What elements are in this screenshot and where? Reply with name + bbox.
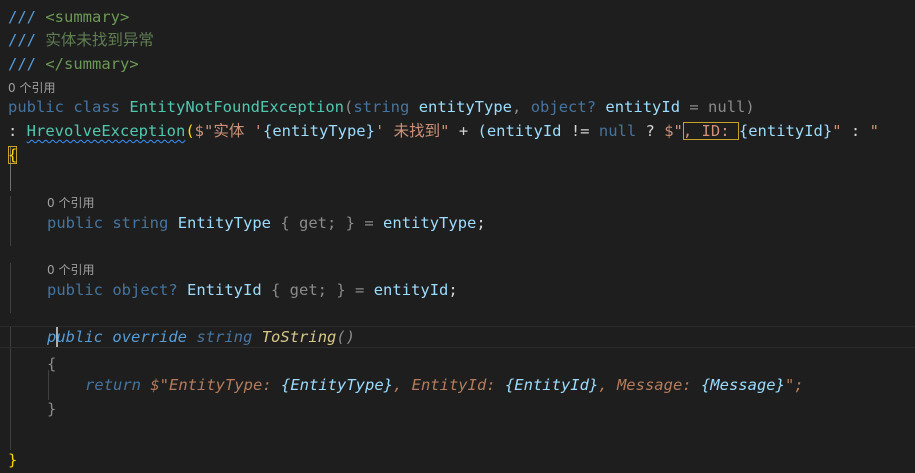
- interpolation: {entityId}: [738, 122, 833, 140]
- codelens-references[interactable]: 0 个引用: [8, 80, 55, 96]
- string-literal: $"实体 ': [194, 122, 263, 140]
- code-line: /// </summary>: [8, 53, 139, 75]
- text-cursor: [56, 327, 58, 347]
- keyword: string: [196, 328, 253, 346]
- interpolation: {Message}: [700, 376, 785, 394]
- doc-comment-tag: </summary>: [45, 55, 139, 73]
- string-literal: ": [832, 122, 842, 140]
- code-line: /// <summary>: [8, 6, 129, 28]
- close-brace: }: [8, 451, 18, 469]
- code-line: }: [8, 449, 17, 471]
- class-name: EntityNotFoundException: [129, 98, 344, 116]
- doc-comment-slashes: ///: [8, 31, 36, 49]
- method-name: ToString: [261, 328, 337, 346]
- keyword: public: [47, 281, 103, 299]
- base-class-name: HrevolveException: [26, 122, 186, 140]
- string-literal: $": [664, 122, 683, 140]
- parameter-list: (): [336, 328, 356, 346]
- initializer: entityId: [373, 281, 449, 299]
- string-literal: , EntityId:: [392, 376, 505, 394]
- keyword: object?: [112, 281, 178, 299]
- string-literal: $"EntityType:: [150, 376, 281, 394]
- string-literal: ": [869, 122, 879, 140]
- expression: (entityId: [477, 122, 562, 140]
- property-name: EntityType: [177, 214, 272, 232]
- code-line: {: [8, 144, 18, 166]
- operator: :: [850, 122, 861, 140]
- keyword: ublic: [56, 328, 104, 346]
- keyword: class: [73, 98, 121, 116]
- doc-comment-text: 实体未找到异常: [45, 31, 154, 49]
- interpolation: {entityType}: [262, 122, 375, 140]
- accessor: { get; }: [280, 214, 356, 232]
- code-line: public object? EntityId { get; } = entit…: [47, 281, 458, 299]
- keyword: object?: [530, 98, 597, 116]
- code-line: return $"EntityType: {EntityType}, Entit…: [8, 374, 804, 396]
- string-literal: ";: [784, 376, 804, 394]
- accessor: { get; }: [271, 281, 346, 299]
- doc-comment-slashes: ///: [8, 55, 36, 73]
- code-line: public string EntityType { get; } = enti…: [47, 214, 486, 232]
- string-literal: , Message:: [598, 376, 701, 394]
- keyword: string: [353, 98, 410, 116]
- open-brace: {: [47, 355, 57, 373]
- keyword: public: [47, 214, 103, 232]
- keyword: string: [112, 214, 169, 232]
- code-editor[interactable]: /// <summary> /// 实体未找到异常 /// </summary>…: [0, 0, 915, 473]
- doc-comment-slashes: ///: [8, 8, 36, 26]
- property-name: EntityId: [187, 281, 262, 299]
- interpolation: {EntityId}: [504, 376, 599, 394]
- operator: ?: [645, 122, 655, 140]
- open-brace: {: [8, 146, 18, 164]
- default-value: = null: [689, 98, 746, 116]
- keyword: return: [85, 376, 141, 394]
- interpolation: {EntityType}: [281, 376, 393, 394]
- parameter: entityType: [418, 98, 513, 116]
- doc-comment-tag: <summary>: [45, 8, 130, 26]
- code-line: {: [8, 353, 56, 375]
- initializer: entityType: [383, 214, 477, 232]
- code-line: : HrevolveException($"实体 '{entityType}' …: [8, 122, 879, 140]
- code-line-current: public override string ToString(): [8, 326, 355, 348]
- string-literal-highlighted: , ID:: [682, 122, 739, 140]
- code-line: }: [8, 398, 56, 420]
- code-line: /// 实体未找到异常: [8, 29, 154, 51]
- code-line: public class EntityNotFoundException(str…: [8, 98, 755, 116]
- codelens-references[interactable]: 0 个引用: [47, 195, 94, 211]
- string-literal: ' 未找到": [374, 122, 450, 140]
- codelens-references[interactable]: 0 个引用: [47, 262, 94, 278]
- keyword: override: [112, 328, 188, 346]
- keyword: public: [8, 98, 64, 116]
- keyword: p: [47, 328, 57, 346]
- operator: +: [458, 122, 469, 140]
- keyword: null: [598, 122, 637, 140]
- close-brace: }: [47, 400, 57, 418]
- operator: !=: [570, 122, 590, 140]
- parameter: entityId: [605, 98, 681, 116]
